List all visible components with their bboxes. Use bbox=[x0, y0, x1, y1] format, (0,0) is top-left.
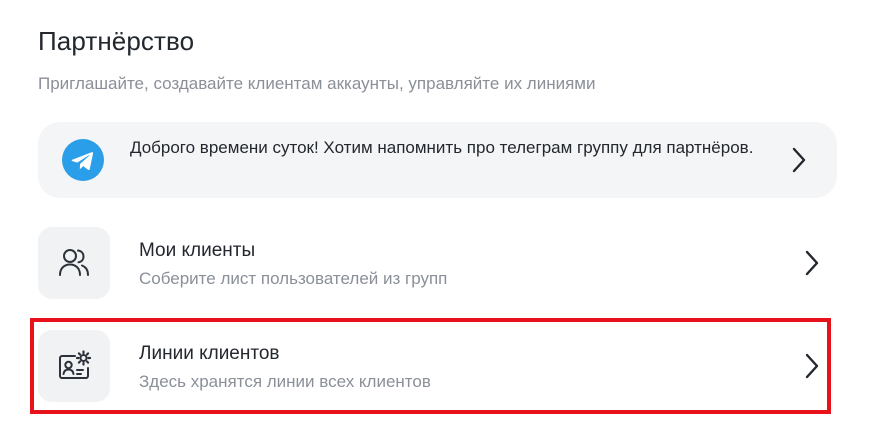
telegram-group-banner[interactable]: Доброго времени суток! Хотим напомнить п… bbox=[38, 122, 837, 198]
client-lines-description: Здесь хранятся линии всех клиентов bbox=[139, 372, 431, 391]
id-card-settings-icon bbox=[38, 330, 110, 402]
users-icon bbox=[38, 227, 110, 299]
client-lines-title: Линии клиентов bbox=[139, 343, 280, 364]
client-lines-item[interactable]: Линии клиентов Здесь хранятся линии всех… bbox=[38, 330, 837, 406]
telegram-icon bbox=[62, 139, 104, 181]
page-subtitle: Приглашайте, создавайте клиентам аккаунт… bbox=[38, 74, 596, 93]
chevron-right-icon bbox=[792, 147, 806, 173]
my-clients-description: Соберите лист пользователей из групп bbox=[139, 269, 448, 288]
my-clients-item[interactable]: Мои клиенты Соберите лист пользователей … bbox=[38, 227, 837, 303]
chevron-right-icon bbox=[805, 353, 819, 379]
banner-text: Доброго времени суток! Хотим напомнить п… bbox=[130, 138, 754, 157]
chevron-right-icon bbox=[805, 250, 819, 276]
my-clients-title: Мои клиенты bbox=[139, 240, 256, 261]
page-title: Партнёрство bbox=[38, 26, 195, 56]
